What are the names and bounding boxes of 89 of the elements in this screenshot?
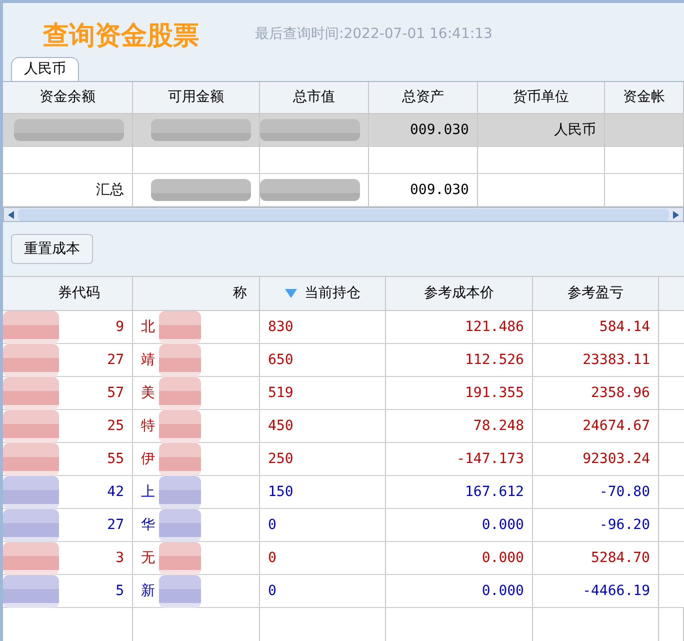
table-cell-text: 27 — [107, 516, 124, 534]
table-cell-text: 伊 — [141, 450, 155, 468]
mosaic-drawing — [3, 410, 59, 442]
column-header: 货币单位 — [513, 88, 569, 108]
table-cell-text: 9 — [116, 318, 124, 336]
table-cell-text: 23383.11 — [582, 350, 650, 370]
column-header: 资金余额 — [40, 88, 96, 108]
column-header[interactable]: 券代码 — [58, 283, 100, 304]
table-cell-text: 0 — [268, 516, 276, 534]
left-arrow-icon[interactable] — [8, 210, 14, 219]
column-header[interactable]: 当前持仓 — [304, 283, 360, 304]
table-cell-text: 5284.70 — [590, 548, 650, 568]
mosaic-drawing — [3, 344, 59, 376]
mosaic-drawing — [3, 376, 59, 410]
table-cell-text: 0.000 — [482, 548, 524, 568]
column-header: 总市值 — [293, 88, 335, 108]
mosaic-drawing — [3, 442, 59, 476]
table-cell-text: 650 — [268, 350, 294, 370]
mosaic-drawing — [159, 410, 201, 442]
reset-cost-button[interactable]: 重置成本 — [11, 234, 93, 264]
table-cell-text: 人民币 — [554, 120, 596, 140]
column-header: 可用金额 — [168, 88, 224, 108]
table-cell-text: 25 — [107, 416, 124, 436]
column-header[interactable]: 参考盈亏 — [568, 283, 624, 304]
table-cell-text: -96.20 — [599, 516, 650, 534]
mosaic-drawing — [159, 442, 201, 476]
mosaic-drawing — [3, 508, 59, 542]
scrollbar-thumb[interactable] — [18, 208, 669, 221]
table-cell-text: 250 — [268, 450, 294, 468]
table-cell-text: 北 — [141, 318, 155, 336]
table-cell-text: 无 — [141, 548, 155, 568]
table-cell-text: 美 — [141, 384, 155, 402]
table-cell-text: 新 — [141, 582, 155, 600]
mosaic-drawing — [159, 542, 201, 574]
table-cell-text: 特 — [141, 416, 155, 436]
table-cell-text: -147.173 — [456, 450, 524, 468]
table-cell-text: 191.355 — [464, 384, 524, 402]
mosaic-drawing — [159, 310, 201, 344]
table-cell-text: 78.248 — [473, 416, 524, 436]
table-cell-text: -4466.19 — [582, 582, 650, 600]
table-cell-text: 830 — [268, 318, 294, 336]
table-cell-text: 0.000 — [482, 516, 524, 534]
table-cell-text: 57 — [107, 384, 124, 402]
mosaic-drawing — [159, 376, 201, 410]
table-cell-text: 42 — [107, 482, 124, 502]
table-cell-text: 009.030 — [410, 180, 469, 200]
table-cell-text: 上 — [141, 482, 155, 502]
table-cell-text: 55 — [107, 450, 124, 468]
mosaic-drawing — [159, 344, 201, 376]
mosaic-drawing — [159, 574, 201, 608]
mosaic-drawing — [3, 476, 59, 508]
table-cell-text: 汇总 — [96, 180, 124, 200]
table-cell-text: 3 — [116, 548, 124, 568]
table-cell-text: -70.80 — [599, 482, 650, 502]
column-header[interactable]: 参考成本价 — [424, 283, 494, 304]
table-cell-text: 92303.24 — [582, 450, 650, 468]
mosaic-drawing — [3, 574, 59, 608]
horizontal-scrollbar[interactable] — [3, 207, 684, 222]
mosaic-drawing — [3, 310, 59, 344]
mosaic-drawing — [159, 476, 201, 508]
mosaic-drawing — [159, 508, 201, 542]
table-cell-text: 靖 — [141, 350, 155, 370]
currency-tab[interactable]: 人民币 — [11, 57, 79, 82]
table-cell-text: 009.030 — [410, 120, 469, 140]
table-cell-text: 2358.96 — [590, 384, 650, 402]
mosaic-drawing — [3, 542, 59, 574]
fund-row[interactable]: 009.030 人民币 — [3, 114, 684, 148]
right-arrow-icon[interactable] — [673, 210, 679, 219]
table-cell-text: 0 — [268, 548, 276, 568]
table-cell-text: 112.526 — [464, 350, 524, 370]
last-query-time: 最后查询时间:2022-07-01 16:41:13 — [255, 25, 492, 44]
table-cell-text: 121.486 — [464, 318, 524, 336]
table-cell-text: 0.000 — [482, 582, 524, 600]
table-cell-text: 584.14 — [599, 318, 650, 336]
table-cell-text: 150 — [268, 482, 294, 502]
table-cell-text: 519 — [268, 384, 294, 402]
table-cell-text: 27 — [107, 350, 124, 370]
fund-row[interactable]: 汇总 009.030 — [3, 174, 684, 208]
table-cell-text: 0 — [268, 582, 276, 600]
column-header: 总资产 — [402, 88, 444, 108]
table-cell-text: 5 — [116, 582, 124, 600]
table-cell-text: 华 — [141, 516, 155, 534]
table-cell-text: 167.612 — [464, 482, 524, 502]
column-header: 资金帐 — [623, 88, 665, 108]
table-cell-text: 24674.67 — [582, 416, 650, 436]
page-title: 查询资金股票 — [43, 23, 199, 50]
table-cell-text: 450 — [268, 416, 294, 436]
column-header[interactable]: 称 — [233, 283, 247, 304]
fund-row[interactable] — [3, 147, 684, 174]
